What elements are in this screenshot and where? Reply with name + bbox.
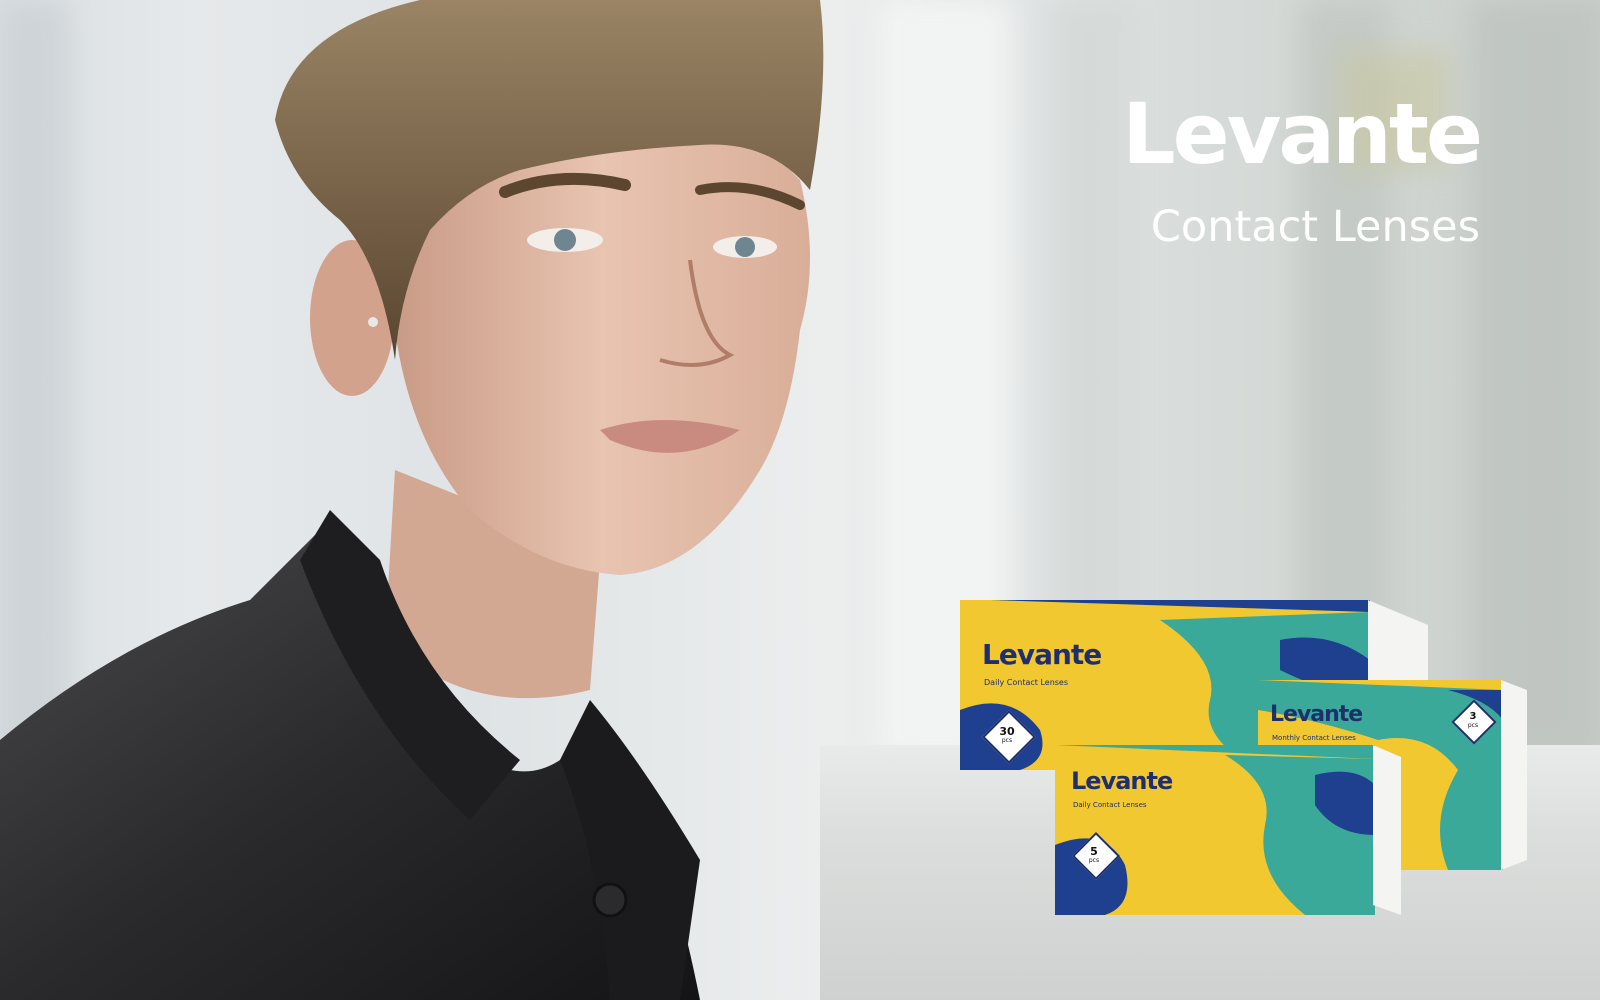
brand-title: Levante (1122, 85, 1483, 183)
product-type: Monthly Contact Lenses (1272, 734, 1356, 742)
product-box-daily-5: Levante Daily Contact Lenses 5 pcs (1055, 745, 1401, 915)
background-pillar (1470, 0, 1600, 760)
product-type: Daily Contact Lenses (1073, 801, 1147, 809)
ad-banner: Levante Contact Lenses Levante Daily Con… (0, 0, 1600, 1000)
brand-headline: Levante Contact Lenses (1122, 85, 1483, 252)
pack-count: 5 pcs (1088, 845, 1100, 864)
product-type: Daily Contact Lenses (984, 678, 1069, 687)
product-name: Levante (1071, 767, 1173, 795)
box-side (1373, 745, 1401, 915)
model-photo (0, 0, 824, 1000)
box-side (1501, 680, 1527, 870)
brand-subtitle: Contact Lenses (1150, 202, 1480, 252)
product-name: Levante (1270, 702, 1363, 727)
product-name: Levante (982, 638, 1102, 671)
pack-count: 30 pcs (999, 725, 1015, 744)
pack-count: 3 pcs (1467, 711, 1479, 729)
